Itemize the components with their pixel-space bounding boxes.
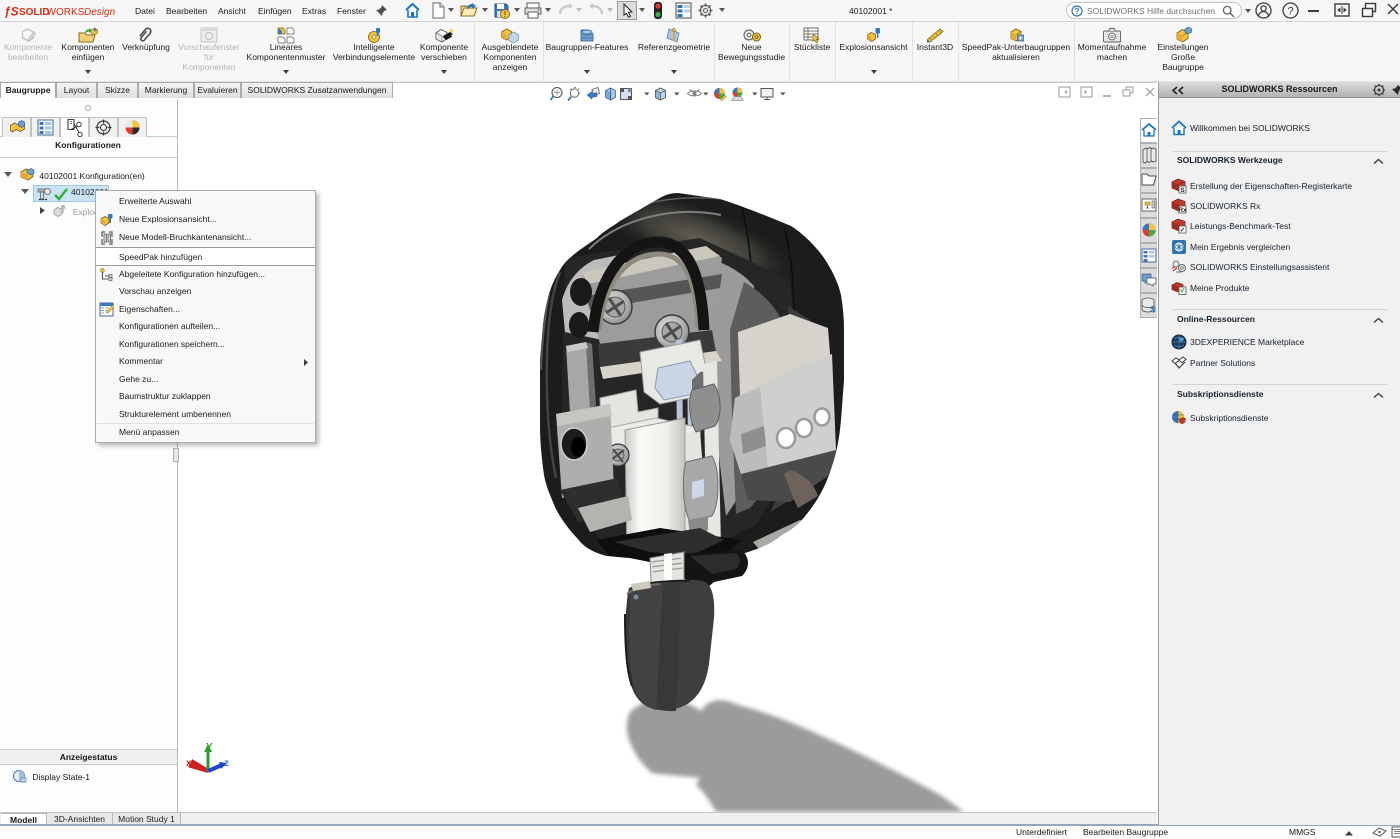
svg-text:x: x: [186, 758, 192, 769]
svg-text:!: !: [504, 10, 507, 19]
svg-text:Rx: Rx: [1178, 207, 1187, 214]
svg-text:?: ?: [1075, 7, 1080, 16]
svg-text:S: S: [1180, 187, 1185, 194]
svg-text:z: z: [224, 758, 229, 769]
svg-text:Design: Design: [84, 7, 116, 18]
svg-text:WORKS: WORKS: [47, 7, 85, 18]
svg-text:ƒS: ƒS: [4, 5, 19, 19]
svg-text:SOLID: SOLID: [19, 7, 50, 18]
svg-text:?: ?: [1287, 6, 1293, 18]
svg-text:✓: ✓: [1180, 227, 1185, 234]
svg-text:Y: Y: [206, 742, 213, 753]
